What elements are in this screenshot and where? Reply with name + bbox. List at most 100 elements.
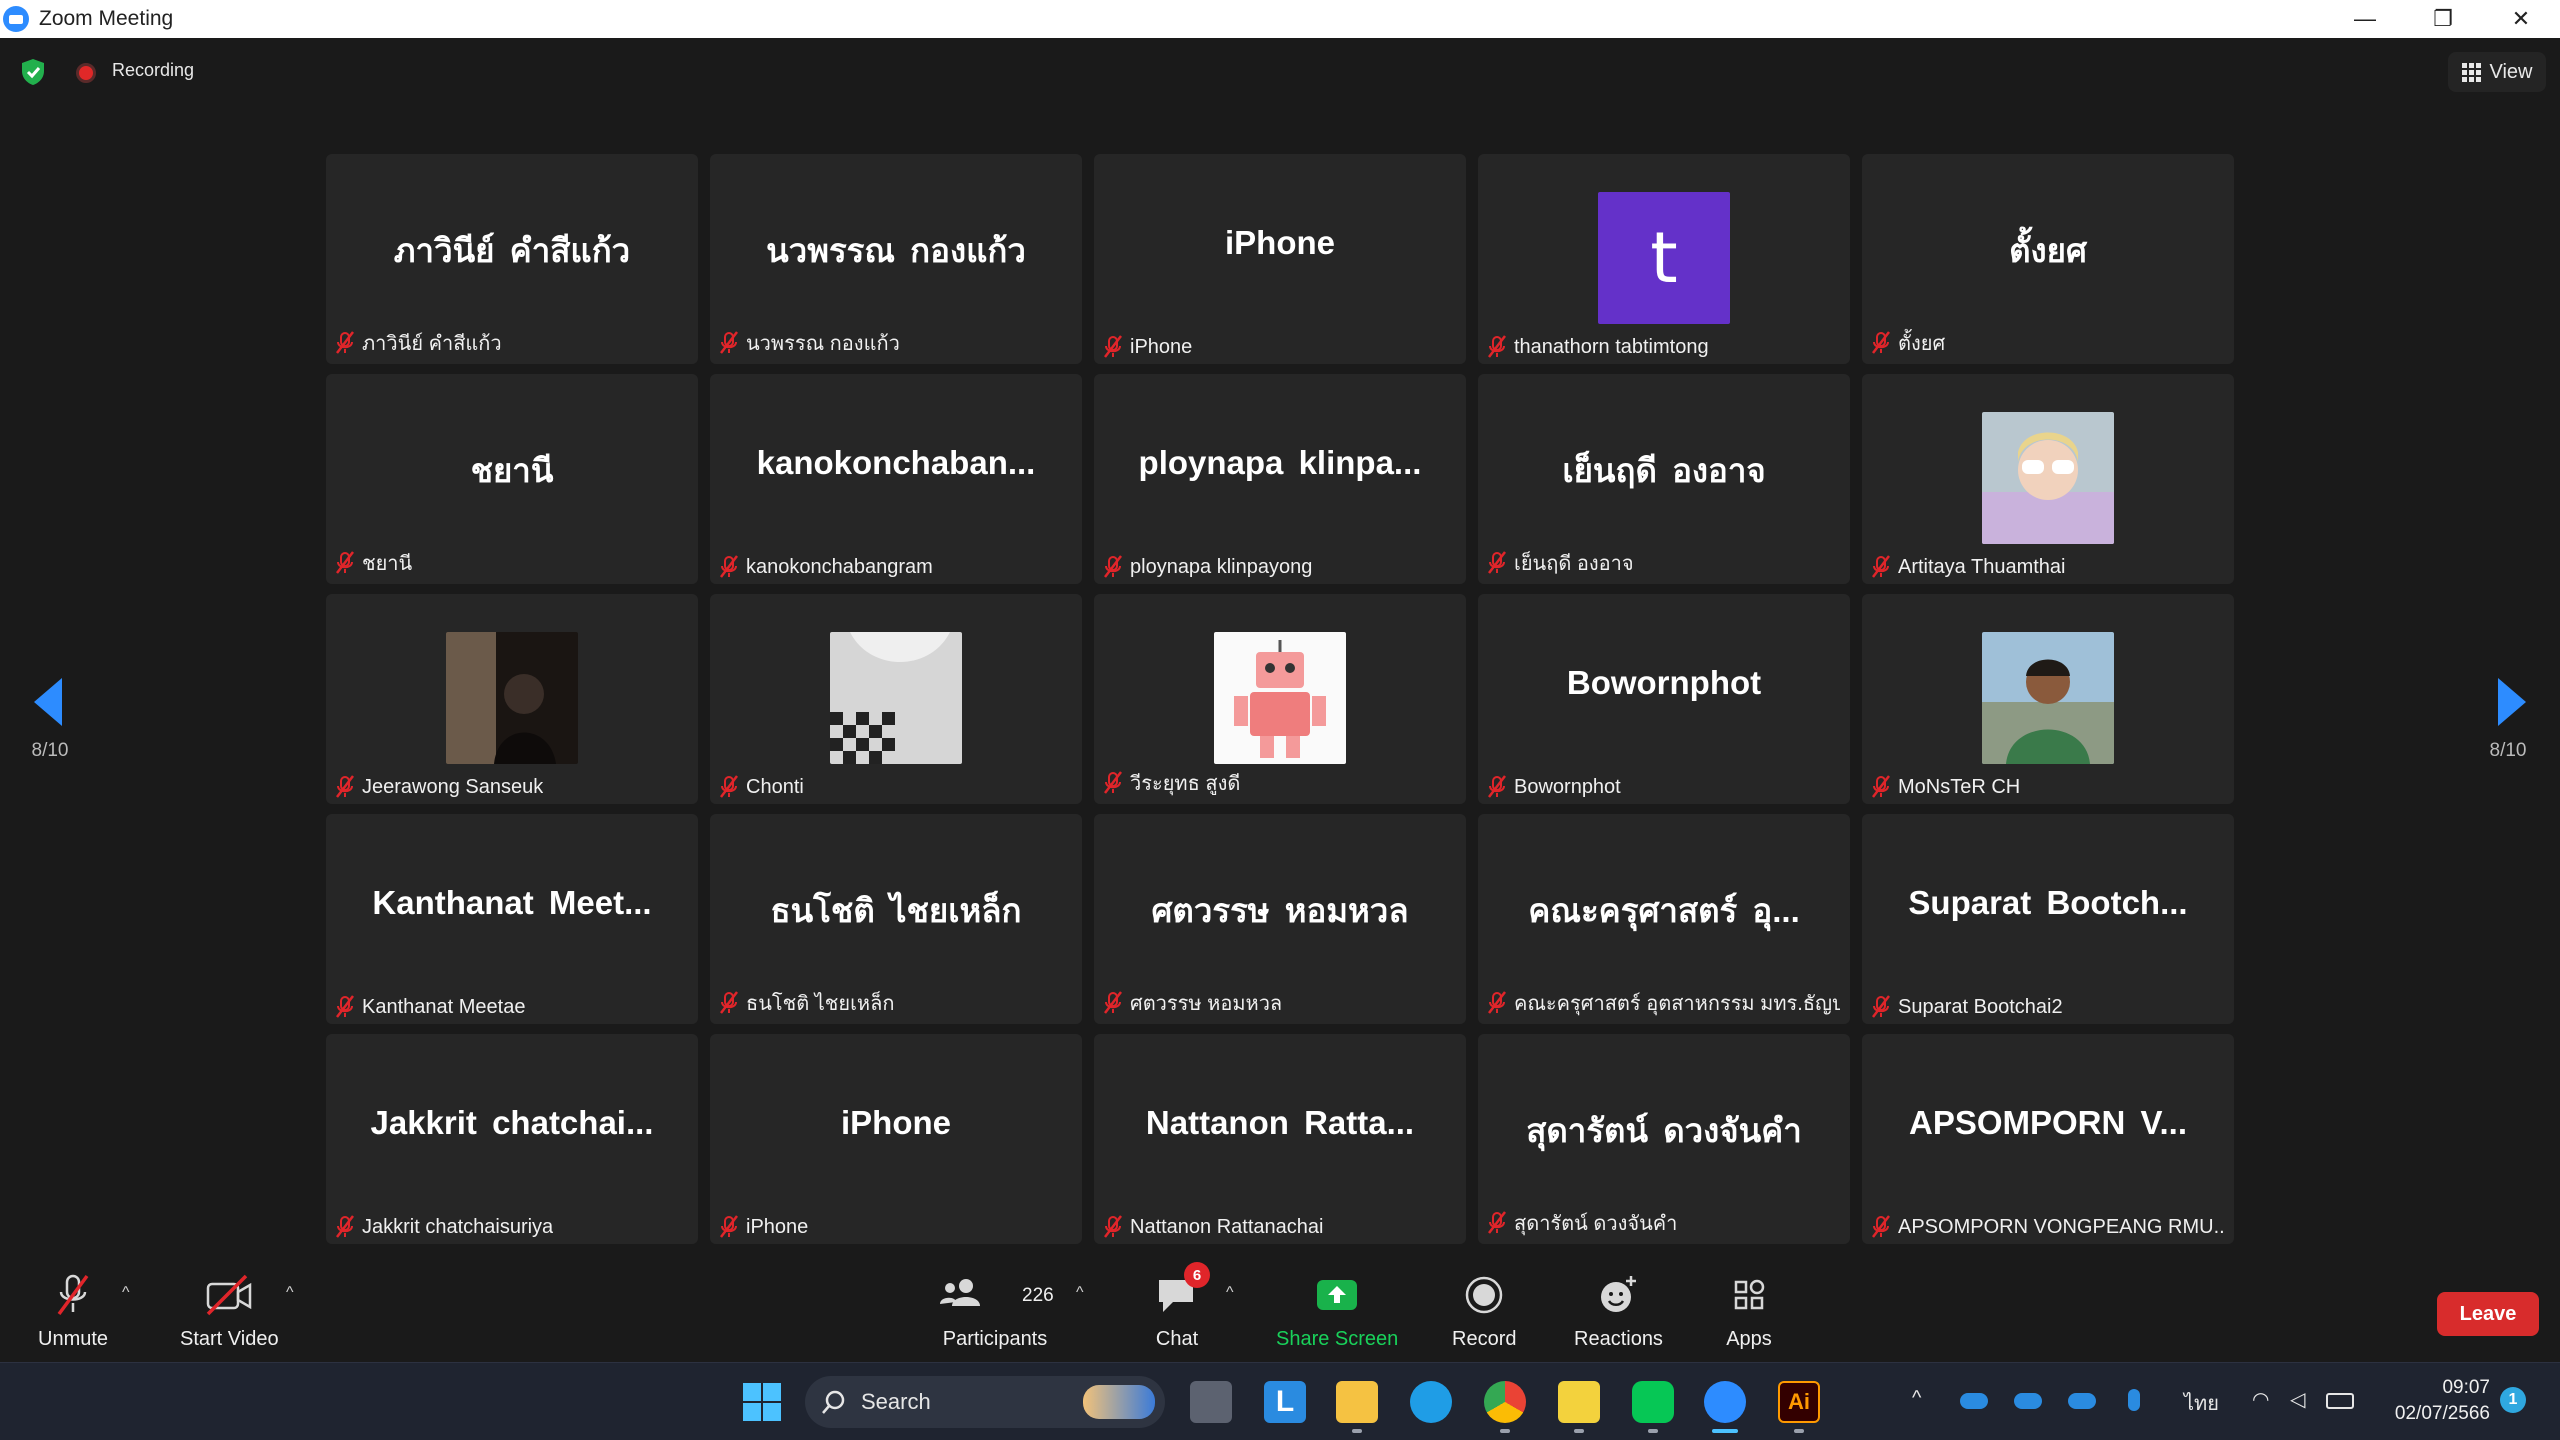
close-button[interactable]: ✕ [2482, 0, 2560, 38]
participant-tile[interactable]: วีระยุทธ สูงดี [1094, 594, 1466, 804]
participant-tile[interactable]: Kanthanat Meet... Kanthanat Meetae [326, 814, 698, 1024]
participant-name-tag: kanokonchabangram [720, 555, 933, 579]
launcher-l-icon[interactable]: L [1264, 1381, 1306, 1423]
participant-tile[interactable]: ศตวรรษ หอมหวล ศตวรรษ หอมหวล [1094, 814, 1466, 1024]
battery-icon[interactable] [2326, 1393, 2354, 1409]
apps-label: Apps [1726, 1328, 1772, 1350]
chrome-browser-icon[interactable] [1484, 1381, 1526, 1423]
video-options-chevron-icon[interactable]: ^ [286, 1284, 294, 1302]
participant-tile[interactable]: Jakkrit chatchai... Jakkrit chatchaisuriy… [326, 1034, 698, 1244]
participant-name: ภาวินีย์ คำสีแก้ว [362, 333, 502, 355]
participant-tile[interactable]: ธนโชติ ไชยเหล็ก ธนโชติ ไชยเหล็ก [710, 814, 1082, 1024]
participant-name-tag: Jakkrit chatchaisuriya [336, 1215, 553, 1239]
taskbar-search-box[interactable]: Search [805, 1376, 1165, 1428]
avatar: t [1598, 192, 1730, 324]
microphone-tray-icon[interactable] [2128, 1389, 2140, 1411]
muted-mic-icon [1488, 551, 1506, 574]
previous-page-arrow-icon[interactable] [28, 672, 68, 732]
unmute-label: Unmute [38, 1328, 109, 1350]
security-shield-icon[interactable] [20, 58, 46, 86]
notification-badge[interactable]: 1 [2500, 1387, 2526, 1413]
participant-name: Bowornphot [1514, 775, 1621, 798]
participant-name: นวพรรณ กองแก้ว [746, 333, 900, 355]
input-language[interactable]: ไทย [2184, 1387, 2219, 1419]
reactions-button[interactable]: Reactions [1574, 1272, 1663, 1351]
view-button[interactable]: View [2448, 52, 2546, 92]
recording-label[interactable]: Recording [112, 60, 194, 81]
grid-icon [2461, 62, 2481, 82]
next-page-arrow-icon[interactable] [2492, 672, 2532, 732]
muted-mic-icon [1104, 335, 1122, 358]
participant-tile[interactable]: สุดารัตน์ ดวงจันคำ สุดารัตน์ ดวงจันคำ [1478, 1034, 1850, 1244]
apps-button[interactable]: Apps [1726, 1272, 1772, 1351]
participant-name-tag: ตั้งยศ [1872, 327, 1945, 359]
share-screen-button[interactable]: Share Screen [1276, 1272, 1398, 1351]
participant-tile[interactable]: ploynapa klinpa... ploynapa klinpayong [1094, 374, 1466, 584]
participant-tile[interactable]: นวพรรณ กองแก้ว นวพรรณ กองแก้ว [710, 154, 1082, 364]
onedrive-icon[interactable] [1960, 1393, 1988, 1409]
onedrive-icon-2[interactable] [2014, 1393, 2042, 1409]
leave-button[interactable]: Leave [2437, 1292, 2539, 1336]
participant-tile[interactable]: iPhone iPhone [710, 1034, 1082, 1244]
participant-tile[interactable]: ภาวินีย์ คำสีแก้ว ภาวินีย์ คำสีแก้ว [326, 154, 698, 364]
start-video-button[interactable]: Start Video [180, 1272, 279, 1351]
audio-options-chevron-icon[interactable]: ^ [122, 1284, 130, 1302]
wifi-icon[interactable]: ◠ [2252, 1387, 2269, 1412]
smiley-plus-icon [1601, 1276, 1637, 1312]
participant-tile[interactable]: Suparat Bootch... Suparat Bootchai2 [1862, 814, 2234, 1024]
participant-tile[interactable]: iPhone iPhone [1094, 154, 1466, 364]
minimize-button[interactable]: — [2326, 0, 2404, 38]
windows-taskbar: Search L Ai ^ ไทย ◠ ◁ 09:07 02/07/2566 1 [0, 1362, 2560, 1440]
participant-tile[interactable]: kanokonchaban... kanokonchabangram [710, 374, 1082, 584]
participant-tile[interactable]: MoNsTeR CH [1862, 594, 2234, 804]
muted-mic-icon [57, 1274, 89, 1316]
participant-display-name: นวพรรณ กองแก้ว [766, 232, 1026, 269]
participant-tile[interactable]: Nattanon Ratta... Nattanon Rattanachai [1094, 1034, 1466, 1244]
edge-browser-icon[interactable] [1410, 1381, 1452, 1423]
avatar [1214, 632, 1346, 764]
muted-mic-icon [720, 775, 738, 798]
participant-name-tag: Jeerawong Sanseuk [336, 775, 543, 799]
chat-chevron-icon[interactable]: ^ [1226, 1284, 1234, 1302]
participants-button[interactable]: Participants [940, 1272, 1050, 1351]
participant-name-tag: สุดารัตน์ ดวงจันคำ [1488, 1207, 1677, 1239]
participant-name-tag: วีระยุทธ สูงดี [1104, 767, 1240, 799]
participant-display-name: iPhone [1224, 224, 1335, 261]
video-off-icon [207, 1274, 252, 1316]
unmute-button[interactable]: Unmute [38, 1272, 108, 1351]
muted-mic-icon [1872, 1215, 1890, 1238]
participant-tile[interactable]: คณะครุศาสตร์ อุ... คณะครุศาสตร์ อุตสาหกรร… [1478, 814, 1850, 1024]
participant-tile[interactable]: APSOMPORN V... APSOMPORN VONGPEANG RMU... [1862, 1034, 2234, 1244]
participant-tile[interactable]: ตั้งยศ ตั้งยศ [1862, 154, 2234, 364]
participant-display-name: Bowornphot [1566, 664, 1762, 701]
participant-tile[interactable]: เย็นฤดี องอาจ เย็นฤดี องอาจ [1478, 374, 1850, 584]
restore-button[interactable]: ❐ [2404, 0, 2482, 38]
participant-tile[interactable]: ชยานี ชยานี [326, 374, 698, 584]
volume-icon[interactable]: ◁ [2290, 1387, 2305, 1412]
participant-tile[interactable]: Jeerawong Sanseuk [326, 594, 698, 804]
zoom-taskbar-icon[interactable] [1704, 1381, 1746, 1423]
participant-tile[interactable]: Artitaya Thuamthai [1862, 374, 2234, 584]
record-button[interactable]: Record [1452, 1272, 1516, 1351]
participant-display-name: kanokonchaban... [756, 444, 1036, 481]
participant-tile[interactable]: Bowornphot Bowornphot [1478, 594, 1850, 804]
taskbar-clock[interactable]: 09:07 02/07/2566 [2380, 1375, 2490, 1427]
line-app-icon[interactable] [1632, 1381, 1674, 1423]
participant-name: Suparat Bootchai2 [1898, 995, 2063, 1018]
task-view-icon[interactable] [1190, 1381, 1232, 1423]
participant-tile[interactable]: t thanathorn tabtimtong [1478, 154, 1850, 364]
sticky-notes-icon[interactable] [1558, 1381, 1600, 1423]
muted-mic-icon [1488, 1211, 1506, 1234]
participant-name: Artitaya Thuamthai [1898, 555, 2066, 578]
participant-tile[interactable]: Chonti [710, 594, 1082, 804]
participant-name: thanathorn tabtimtong [1514, 335, 1709, 358]
participants-chevron-icon[interactable]: ^ [1076, 1284, 1084, 1302]
onedrive-icon-3[interactable] [2068, 1393, 2096, 1409]
participant-name-tag: Artitaya Thuamthai [1872, 555, 2066, 579]
search-highlight-image [1083, 1385, 1155, 1419]
file-explorer-icon[interactable] [1336, 1381, 1378, 1423]
tray-overflow-chevron-icon[interactable]: ^ [1912, 1387, 1921, 1410]
muted-mic-icon [336, 1215, 354, 1238]
windows-start-icon[interactable] [742, 1382, 782, 1422]
illustrator-icon[interactable]: Ai [1778, 1381, 1820, 1423]
